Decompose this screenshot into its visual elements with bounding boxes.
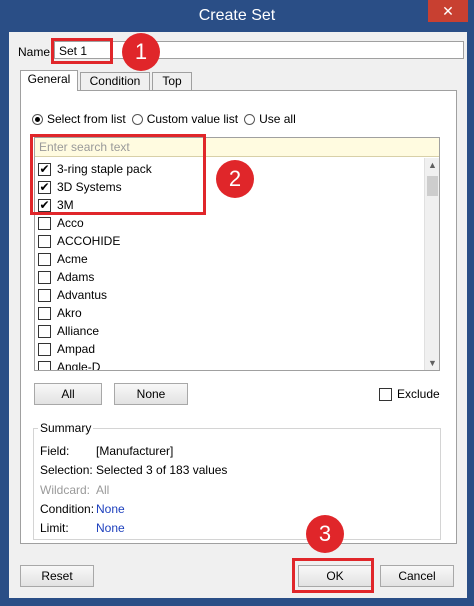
summary-value: Selected 3 of 183 values [96, 463, 228, 477]
callout-box-name [51, 38, 113, 64]
name-label: Name: [18, 45, 54, 59]
tab-general[interactable]: General [20, 70, 78, 91]
list-item[interactable]: Advantus [35, 286, 423, 304]
tab-label: Condition [89, 74, 141, 88]
window-frame-left [0, 32, 8, 598]
callout-box-selected [30, 134, 206, 215]
tab-condition[interactable]: Condition [80, 72, 150, 90]
radio-label: Select from list [47, 112, 126, 126]
scroll-up-icon[interactable]: ▲ [425, 158, 439, 172]
list-item[interactable]: Adams [35, 268, 423, 286]
checkbox[interactable] [38, 306, 51, 320]
callout-number: 1 [122, 33, 160, 71]
scroll-thumb[interactable] [427, 176, 438, 196]
list-item-label: Angle-D [57, 360, 101, 371]
summary-key: Condition: [40, 502, 95, 516]
callout-box-ok [292, 558, 374, 593]
selection-mode: Select from list Custom value list Use a… [32, 111, 302, 127]
window-frame-bottom [0, 598, 474, 606]
list-item[interactable]: Ampad [35, 340, 423, 358]
summary-value: None [96, 502, 125, 516]
radio-label: Custom value list [146, 112, 239, 126]
tab-label: General [27, 72, 71, 86]
checkbox[interactable] [38, 234, 51, 248]
summary-key: Limit: [40, 521, 69, 535]
list-scrollbar[interactable]: ▲ ▼ [424, 158, 439, 370]
summary-value: [Manufacturer] [96, 444, 174, 458]
tab-top[interactable]: Top [152, 72, 192, 90]
list-item-label: Acco [57, 216, 84, 230]
exclude-label: Exclude [397, 387, 440, 401]
summary-value: All [96, 483, 110, 497]
list-item[interactable]: ACCOHIDE [35, 232, 423, 250]
scroll-down-icon[interactable]: ▼ [425, 356, 439, 370]
checkbox[interactable] [38, 216, 51, 230]
summary-value: None [96, 521, 125, 535]
list-item[interactable]: Akro [35, 304, 423, 322]
tab-label: Top [162, 74, 182, 88]
title-bar: Create Set ✕ [0, 0, 474, 32]
checkbox[interactable] [38, 342, 51, 356]
summary-key: Wildcard: [40, 483, 91, 497]
summary-title: Summary [38, 421, 94, 435]
list-item[interactable]: Angle-D [35, 358, 423, 371]
checkbox[interactable] [38, 270, 51, 284]
list-item-label: Akro [57, 306, 82, 320]
window-title: Create Set [198, 7, 276, 24]
list-item-label: Advantus [57, 288, 108, 302]
radio-label: Use all [259, 112, 296, 126]
reset-button[interactable]: Reset [20, 565, 94, 587]
checkbox[interactable] [38, 324, 51, 338]
checkbox[interactable] [38, 288, 51, 302]
list-item[interactable]: Alliance [35, 322, 423, 340]
radio-use-all[interactable] [244, 113, 256, 125]
list-item[interactable]: Acco [35, 214, 423, 232]
checkbox[interactable] [38, 252, 51, 266]
all-button[interactable]: All [34, 383, 102, 405]
list-item-label: Acme [57, 252, 88, 266]
exclude-option[interactable]: Exclude [379, 387, 440, 401]
summary-key: Field: [40, 444, 70, 458]
none-button[interactable]: None [114, 383, 188, 405]
checkbox[interactable] [38, 360, 51, 370]
radio-custom-value-list[interactable] [131, 113, 143, 125]
list-item[interactable]: Acme [35, 250, 423, 268]
name-input[interactable]: Set 1 [54, 41, 464, 59]
callout-number: 3 [306, 515, 344, 553]
list-item-label: ACCOHIDE [57, 234, 121, 248]
list-item-label: Ampad [57, 342, 96, 356]
radio-select-from-list[interactable] [32, 113, 43, 125]
summary-key: Selection: [40, 463, 93, 477]
callout-number: 2 [216, 160, 254, 198]
exclude-checkbox[interactable] [379, 387, 392, 401]
cancel-button[interactable]: Cancel [380, 565, 454, 587]
list-item-label: Adams [57, 270, 95, 284]
close-icon[interactable]: ✕ [428, 0, 468, 22]
list-item-label: Alliance [57, 324, 100, 338]
